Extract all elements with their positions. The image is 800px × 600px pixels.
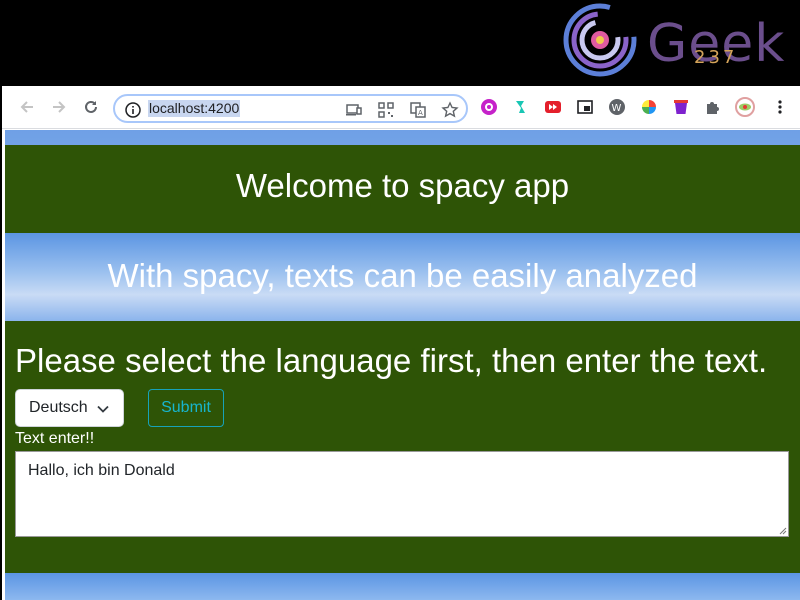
url-text[interactable]: localhost:4200	[148, 100, 241, 117]
resize-grip-icon[interactable]	[778, 526, 787, 535]
submit-button[interactable]: Submit	[148, 389, 224, 427]
color-picker-icon[interactable]	[640, 98, 658, 116]
svg-text:W: W	[612, 103, 622, 114]
kebab-menu-icon[interactable]	[771, 98, 789, 116]
reload-icon	[85, 100, 97, 113]
translate-icon[interactable]: A	[409, 101, 427, 119]
text-input-area[interactable]: Hallo, ich bin Donald	[15, 451, 789, 537]
forward-button[interactable]	[48, 96, 70, 118]
extension-teal-icon[interactable]	[512, 98, 530, 116]
browser-window: localhost:4200 A W Welcome to spacy app	[2, 86, 800, 600]
arrow-right-icon	[53, 101, 66, 113]
screen: Geek 237 localhost:4200 A W Welcome to s…	[0, 0, 800, 600]
page-title: Welcome to spacy app	[235, 167, 570, 204]
reload-button[interactable]	[80, 96, 102, 118]
page-subtitle: With spacy, texts can be easily analyzed	[107, 257, 698, 294]
instruction-heading: Please select the language first, then e…	[15, 342, 768, 379]
extension-w-icon[interactable]: W	[608, 98, 626, 116]
extension-red-icon[interactable]	[544, 98, 562, 116]
bookmark-star-icon[interactable]	[441, 101, 459, 119]
browser-toolbar: localhost:4200 A W	[2, 86, 800, 129]
address-bar[interactable]: localhost:4200 A	[113, 94, 468, 123]
footer-sky	[5, 573, 800, 600]
language-select-value: Deutsch	[29, 399, 88, 416]
language-select[interactable]: Deutsch	[15, 389, 124, 427]
back-button[interactable]	[16, 96, 38, 118]
install-app-icon[interactable]	[345, 101, 363, 119]
web-page: Welcome to spacy app With spacy, texts c…	[5, 130, 800, 600]
logo-mark-icon	[563, 3, 637, 77]
extension-purple-icon[interactable]	[480, 98, 498, 116]
form-section: Please select the language first, then e…	[5, 321, 800, 573]
text-input-value: Hallo, ich bin Donald	[28, 462, 175, 479]
picture-in-picture-icon[interactable]	[576, 98, 594, 116]
welcome-banner: Welcome to spacy app	[5, 145, 800, 233]
subtitle-banner: With spacy, texts can be easily analyzed	[5, 233, 800, 321]
text-input-label: Text enter!!	[15, 430, 95, 447]
info-icon[interactable]	[124, 101, 142, 119]
svg-text:A: A	[418, 109, 423, 117]
qr-code-icon[interactable]	[377, 101, 395, 119]
submit-button-label: Submit	[161, 399, 211, 416]
extension-bucket-icon[interactable]	[672, 98, 690, 116]
logo-number: 237	[694, 47, 738, 68]
chevron-down-icon	[97, 405, 109, 413]
arrow-left-icon	[20, 101, 33, 113]
profile-avatar-icon[interactable]	[735, 97, 755, 117]
extensions-puzzle-icon[interactable]	[704, 98, 722, 116]
